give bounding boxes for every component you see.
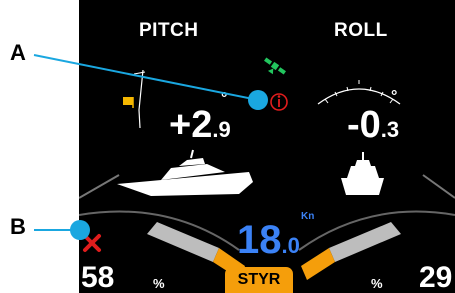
callout-overlay [33,54,268,240]
callout-dot-a [248,90,268,110]
callout-dot-b [70,220,90,240]
callout-line-a [33,54,259,101]
